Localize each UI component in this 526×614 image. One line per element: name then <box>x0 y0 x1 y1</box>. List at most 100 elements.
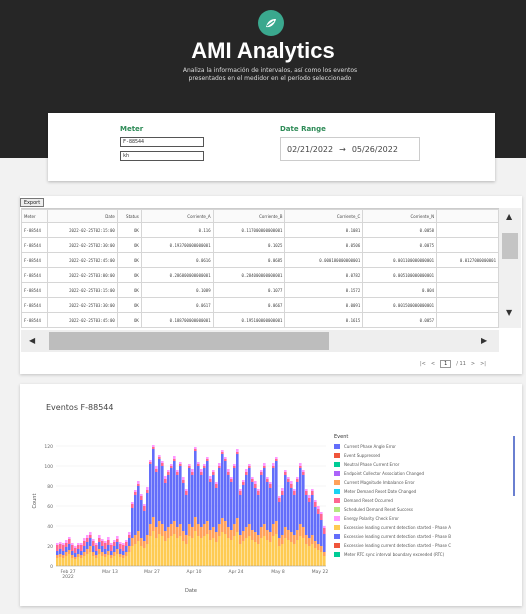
column-header[interactable]: Corriente_C <box>284 209 364 223</box>
legend-item[interactable]: Demand Reset Occurred <box>334 496 516 505</box>
start-date[interactable]: 02/21/2022 <box>287 145 333 154</box>
legend-item[interactable]: Meter Demand Reset Date Changed <box>334 487 516 496</box>
chart-bar <box>143 504 146 506</box>
chart-bar <box>272 466 275 468</box>
end-date[interactable]: 05/26/2022 <box>352 145 398 154</box>
column-header[interactable]: Status <box>116 209 142 223</box>
chart-bar <box>281 495 284 535</box>
legend-swatch <box>334 525 340 530</box>
meter-input[interactable]: F-88544 <box>120 137 204 147</box>
table-row[interactable]: F-88544 2022-02-25T02:45:00 OK 0.0616 0.0685… <box>21 252 499 268</box>
vertical-scroll-thumb[interactable] <box>502 233 518 259</box>
table-cell: 0.0075 <box>362 237 438 253</box>
chart-bar <box>284 538 287 566</box>
meter-input-secondary[interactable]: kh <box>120 151 204 161</box>
column-header[interactable]: Meter <box>21 209 48 223</box>
chart-bar <box>68 544 71 550</box>
table-cell: 0.1081 <box>284 222 364 238</box>
chart-bar <box>242 485 245 531</box>
legend-item[interactable]: Current Magnitude Imbalance Error <box>334 478 516 487</box>
column-header[interactable]: Corriente_B <box>212 209 286 223</box>
export-button[interactable]: Export <box>20 198 44 207</box>
chart-bar <box>182 477 185 480</box>
chart-bar <box>200 538 203 566</box>
chart-bar <box>83 538 86 541</box>
table-row[interactable]: F-88544 2022-02-25T03:15:00 OK 0.1089 0.1077… <box>21 282 499 298</box>
chart-bar <box>56 555 59 558</box>
legend-label: Event Suppressed <box>344 453 381 458</box>
chart-bar <box>290 484 293 488</box>
chart-bar <box>251 540 254 566</box>
chart-bar <box>101 556 104 566</box>
table-row[interactable]: F-88544 2022-02-25T03:30:00 OK 0.0617 0.0667… <box>21 297 499 313</box>
chart-bar <box>179 462 182 464</box>
legend-item[interactable]: Endpoint Collector Association Changed <box>334 469 516 478</box>
chart-bar <box>62 558 65 566</box>
chart-bar <box>134 495 137 535</box>
prev-page-button[interactable]: < <box>431 361 435 367</box>
next-page-button[interactable]: > <box>471 361 475 367</box>
chart-bar <box>254 532 257 542</box>
scroll-right-icon[interactable]: ▶ <box>481 336 487 345</box>
legend-item[interactable]: Scheduled Demand Reset Success <box>334 505 516 514</box>
scroll-up-icon[interactable]: ▲ <box>506 212 512 221</box>
date-range-picker[interactable]: 02/21/2022 → 05/26/2022 <box>280 137 420 161</box>
chart-bar <box>233 468 236 524</box>
chart-bar <box>125 540 128 542</box>
legend-item[interactable]: Excessive leading current detection star… <box>334 541 516 550</box>
first-page-button[interactable]: |< <box>420 361 426 367</box>
legend-item[interactable]: Current Phase Angle Error <box>334 442 516 451</box>
chart-bar <box>176 538 179 566</box>
chart-bar <box>287 540 290 566</box>
horizontal-scrollbar[interactable]: ◀ ▶ <box>21 330 499 352</box>
scroll-down-icon[interactable]: ▼ <box>506 308 512 317</box>
chart-bar <box>170 468 173 524</box>
chart-bar <box>296 477 299 479</box>
chart-bar <box>143 548 146 566</box>
last-page-button[interactable]: >| <box>480 361 486 367</box>
chart-bar <box>176 527 179 538</box>
table-cell: 2022-02-25T02:30:00 <box>46 237 118 253</box>
table-cell: 0.0057 <box>362 312 438 328</box>
events-bar-chart[interactable]: 020406080100120Feb 272022Mar 13 Mar 27 Apr… <box>26 428 332 600</box>
chart-bar <box>317 506 320 509</box>
table-cell: 0.0685 <box>212 252 286 268</box>
chart-bar <box>257 489 260 491</box>
chart-bar <box>170 464 173 466</box>
column-header[interactable]: Date <box>46 209 118 223</box>
horizontal-scroll-thumb[interactable] <box>49 332 329 350</box>
chart-bar <box>191 475 194 527</box>
chart-bar <box>311 495 314 535</box>
table-row[interactable]: F-88544 2022-02-25T03:45:00 OK 0.1887000000… <box>21 312 499 328</box>
chart-bar <box>257 495 260 535</box>
table-row[interactable]: F-88544 2022-02-25T02:15:00 OK 0.116 0.11700… <box>21 222 499 238</box>
chart-bar <box>92 556 95 566</box>
legend-item[interactable]: Energy Polarity Check Error <box>334 514 516 523</box>
column-header[interactable]: Corriente_A <box>140 209 214 223</box>
chart-bar <box>107 537 110 540</box>
legend-item[interactable]: Excessive leading current detection star… <box>334 523 516 532</box>
table-row[interactable]: F-88544 2022-02-25T03:00:00 OK 0.2860000000… <box>21 267 499 283</box>
legend-item[interactable]: Neutral Phase Current Error <box>334 460 516 469</box>
chart-bar <box>257 491 260 495</box>
legend-swatch <box>334 507 340 512</box>
vertical-scrollbar[interactable]: ▲ ▼ <box>499 208 521 328</box>
column-header[interactable]: Corriente_N <box>362 209 438 223</box>
chart-bar <box>110 551 113 555</box>
data-table: Meter Date Status Corriente_A Corriente_B Cor… <box>21 208 499 328</box>
legend-item[interactable]: Excessive leading current detection star… <box>334 532 516 541</box>
legend-item[interactable]: Event Suppressed <box>334 451 516 460</box>
page-number-input[interactable]: 1 <box>440 360 452 368</box>
column-header[interactable] <box>436 209 499 223</box>
table-cell: F-88544 <box>21 312 48 328</box>
scroll-left-icon[interactable]: ◀ <box>29 336 35 345</box>
chart-bar <box>68 539 71 544</box>
x-tick-label: Apr 24 <box>229 569 244 575</box>
legend-scrollbar[interactable] <box>513 436 515 496</box>
chart-bar <box>62 545 65 551</box>
chart-bar <box>239 544 242 566</box>
chart-bar <box>194 451 197 517</box>
table-row[interactable]: F-88544 2022-02-25T02:30:00 OK 0.1937000000… <box>21 237 499 253</box>
legend-item[interactable]: Meter RTC sync interval boundary exceede… <box>334 550 516 559</box>
chart-bar <box>197 464 200 466</box>
